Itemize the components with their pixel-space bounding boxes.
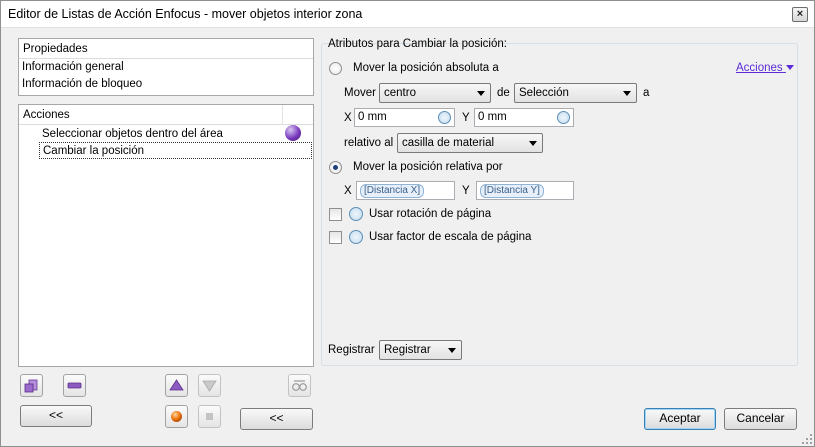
close-button[interactable]: × — [792, 7, 808, 22]
absolute-y-label: Y — [462, 112, 470, 124]
dropdown-arrow-icon — [785, 64, 794, 70]
glasses-icon — [292, 380, 307, 391]
mover-select[interactable]: centro — [379, 83, 491, 103]
add-action-icon — [24, 379, 38, 393]
distance-y-token: [Distancia Y] — [480, 184, 544, 198]
settings-group-title: Atributos para Cambiar la posición: — [328, 38, 507, 50]
inspect-action-button[interactable] — [288, 374, 311, 397]
relativo-label: relativo al — [344, 137, 394, 149]
distance-x-token: [Distancia X] — [360, 184, 425, 198]
remove-action-button[interactable] — [63, 374, 86, 397]
relative-x-label: X — [344, 185, 352, 197]
mover-label: Mover — [344, 87, 376, 99]
stop-button[interactable] — [198, 405, 221, 428]
move-down-button[interactable] — [198, 374, 221, 397]
move-up-button[interactable] — [165, 374, 188, 397]
cancel-button[interactable]: Cancelar — [724, 408, 797, 430]
mover-select-value: centro — [384, 87, 416, 99]
variable-icon[interactable] — [349, 207, 363, 221]
page-scale-checkbox[interactable] — [329, 231, 342, 244]
page-rotation-checkbox[interactable] — [329, 208, 342, 221]
acciones-link-label: Acciones — [736, 62, 783, 74]
relative-y-input[interactable]: [Distancia Y] — [476, 181, 574, 200]
action-item-change-position[interactable]: Cambiar la posición — [39, 142, 312, 159]
chevron-down-icon — [477, 91, 485, 96]
registrar-select-value: Registrar — [384, 344, 431, 356]
actions-panel: Acciones Seleccionar objetos dentro del … — [18, 104, 314, 367]
title-bar: Editor de Listas de Acción Enfocus - mov… — [1, 1, 814, 28]
chevron-down-icon — [623, 91, 631, 96]
variable-icon[interactable] — [557, 111, 570, 124]
window-title: Editor de Listas de Acción Enfocus - mov… — [8, 7, 363, 21]
registrar-select[interactable]: Registrar — [379, 340, 462, 360]
collapse-left-button[interactable]: << — [20, 405, 92, 427]
a-label: a — [643, 87, 650, 99]
variable-icon[interactable] — [349, 230, 363, 244]
properties-item-general-info[interactable]: Información general — [19, 59, 313, 76]
properties-header: Propiedades — [19, 39, 313, 59]
absolute-y-input[interactable]: 0 mm — [474, 108, 574, 127]
absolute-x-label: X — [344, 112, 352, 124]
absolute-y-value: 0 mm — [478, 111, 507, 123]
relativo-select[interactable]: casilla de material — [397, 133, 543, 153]
collapse-main-button[interactable]: << — [240, 408, 313, 430]
accept-button[interactable]: Aceptar — [644, 408, 716, 430]
relative-move-label: Mover la posición relativa por — [353, 161, 503, 173]
relativo-select-value: casilla de material — [402, 137, 495, 149]
action-item-select-objects[interactable]: Seleccionar objetos dentro del área — [39, 126, 279, 143]
absolute-move-label: Mover la posición absoluta a — [353, 62, 499, 74]
triangle-down-icon — [202, 380, 217, 392]
de-select[interactable]: Selección — [514, 83, 637, 103]
absolute-x-value: 0 mm — [358, 111, 387, 123]
de-select-value: Selección — [519, 87, 569, 99]
de-label: de — [497, 87, 510, 99]
relative-y-label: Y — [462, 185, 470, 197]
add-action-button[interactable] — [20, 374, 43, 397]
registrar-label: Registrar — [328, 344, 375, 356]
chevron-down-icon — [448, 348, 456, 353]
resize-grip-icon[interactable] — [801, 433, 813, 445]
actions-header: Acciones — [19, 105, 313, 125]
relative-x-input[interactable]: [Distancia X] — [356, 181, 455, 200]
variable-icon[interactable] — [438, 111, 451, 124]
page-rotation-label: Usar rotación de página — [369, 208, 492, 220]
acciones-menu-link[interactable]: Acciones — [736, 62, 794, 74]
relative-move-radio[interactable] — [329, 161, 342, 174]
absolute-move-radio[interactable] — [329, 62, 342, 75]
action-list-editor-window: Editor de Listas de Acción Enfocus - mov… — [0, 0, 815, 447]
chevron-down-icon — [529, 141, 537, 146]
stop-icon — [206, 413, 213, 420]
action-status-orb-icon — [285, 125, 301, 141]
record-orb-icon — [171, 411, 182, 422]
actions-header-divider — [282, 105, 283, 125]
properties-panel: Propiedades Información general Informac… — [18, 38, 314, 96]
actions-header-label: Acciones — [23, 109, 70, 121]
triangle-up-icon — [169, 379, 184, 391]
properties-item-lock-info[interactable]: Información de bloqueo — [19, 76, 313, 93]
page-scale-label: Usar factor de escala de página — [369, 231, 532, 243]
absolute-x-input[interactable]: 0 mm — [354, 108, 455, 127]
minus-icon — [67, 382, 82, 389]
record-button[interactable] — [165, 405, 188, 428]
